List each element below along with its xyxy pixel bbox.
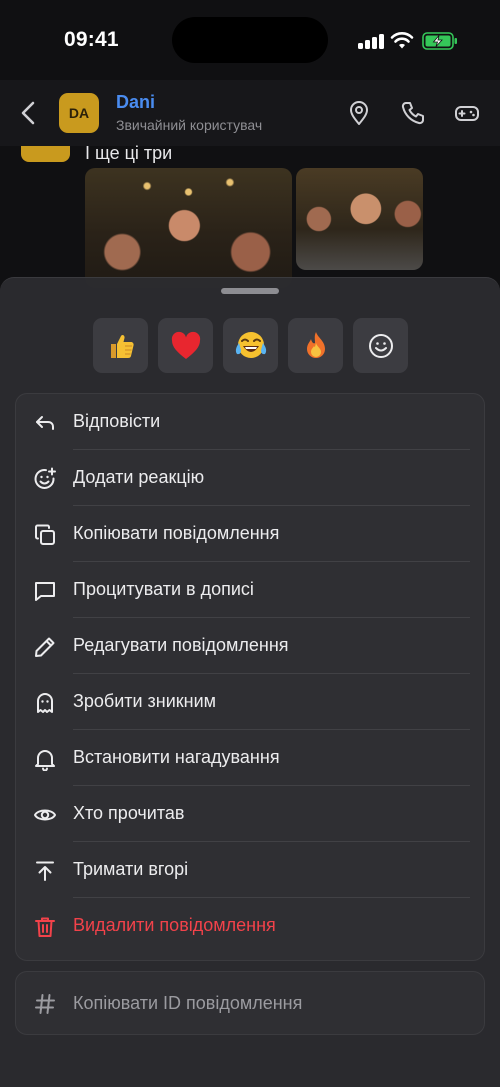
message-photo[interactable]	[296, 168, 423, 270]
reaction-tears-of-joy-button[interactable]	[223, 318, 278, 373]
reaction-fire-button[interactable]	[288, 318, 343, 373]
avatar[interactable]: DA	[59, 93, 99, 133]
smiley-icon	[368, 333, 393, 358]
message-text: І ще ці три	[85, 143, 173, 163]
menu-item-label: Відповісти	[73, 411, 161, 431]
reaction-heart-button[interactable]	[158, 318, 213, 373]
menu-item-label: Зробити зникним	[73, 691, 217, 711]
menu-item-label: Редагувати повідомлення	[73, 635, 289, 655]
reply-icon	[36, 416, 54, 430]
menu-item-quote[interactable]: Процитувати в дописі	[16, 562, 484, 618]
message-actions-sheet: Відповісти Додати реакцію Копіювати пові…	[0, 277, 500, 1087]
menu-item-add-reaction[interactable]: Додати реакцію	[16, 450, 484, 506]
location-pin-icon[interactable]	[346, 100, 372, 126]
menu-item-reminder[interactable]: Встановити нагадування	[16, 730, 484, 786]
message-actions-menu: Відповісти Додати реакцію Копіювати пові…	[15, 393, 485, 961]
thumbs-up-icon	[110, 334, 134, 358]
menu-item-label: Хто прочитав	[73, 803, 185, 823]
signal-icon	[358, 33, 384, 49]
battery-charging-icon	[422, 32, 457, 50]
add-reaction-icon	[34, 467, 56, 489]
pin-top-icon	[36, 861, 54, 881]
heart-icon	[171, 331, 200, 359]
menu-item-label: Видалити повідомлення	[73, 915, 276, 935]
sheet-grabber[interactable]	[221, 288, 279, 294]
back-icon[interactable]	[18, 100, 40, 126]
quote-icon	[35, 582, 55, 601]
menu-item-reply[interactable]: Відповісти	[16, 394, 484, 450]
wifi-icon	[390, 32, 414, 49]
menu-item-pin-top[interactable]: Тримати вгорі	[16, 842, 484, 898]
menu-item-label: Додати реакцію	[73, 467, 205, 487]
phone-icon[interactable]	[400, 100, 426, 126]
fire-icon	[306, 331, 325, 358]
menu-item-label: Процитувати в дописі	[73, 579, 254, 599]
message-photo[interactable]	[85, 168, 292, 288]
status-time: 09:41	[64, 28, 119, 51]
quick-reactions-bar	[93, 318, 408, 374]
ghost-icon	[37, 693, 53, 713]
pencil-icon	[35, 637, 55, 657]
status-bar: 09:41	[0, 0, 500, 80]
eye-icon	[34, 809, 56, 821]
tears-of-joy-icon	[235, 331, 266, 358]
menu-item-label: Копіювати повідомлення	[73, 523, 280, 543]
copy-icon	[35, 524, 55, 545]
reaction-thumbs-up-button[interactable]	[93, 318, 148, 373]
menu-item-edit[interactable]: Редагувати повідомлення	[16, 618, 484, 674]
menu-item-disappearing[interactable]: Зробити зникним	[16, 674, 484, 730]
hash-icon	[35, 994, 55, 1014]
bell-icon	[35, 750, 55, 771]
chat-subtitle: Звичайний користувач	[116, 117, 263, 133]
dynamic-island	[172, 17, 328, 63]
menu-item-copy-id[interactable]: Копіювати ID повідомлення	[15, 971, 485, 1035]
menu-item-who-read[interactable]: Хто прочитав	[16, 786, 484, 842]
menu-item-label: Тримати вгорі	[73, 859, 189, 879]
menu-item-delete[interactable]: Видалити повідомлення	[16, 898, 484, 954]
menu-item-label: Встановити нагадування	[73, 747, 280, 767]
trash-icon	[35, 917, 55, 937]
chat-header: DA Dani Звичайний користувач	[0, 80, 500, 146]
copy-id-label: Копіювати ID повідомлення	[73, 993, 303, 1013]
chat-name[interactable]: Dani	[116, 92, 155, 113]
more-reactions-button[interactable]	[353, 318, 408, 373]
message-sender-avatar	[21, 146, 70, 162]
menu-item-copy[interactable]: Копіювати повідомлення	[16, 506, 484, 562]
gamepad-icon[interactable]	[454, 100, 480, 126]
